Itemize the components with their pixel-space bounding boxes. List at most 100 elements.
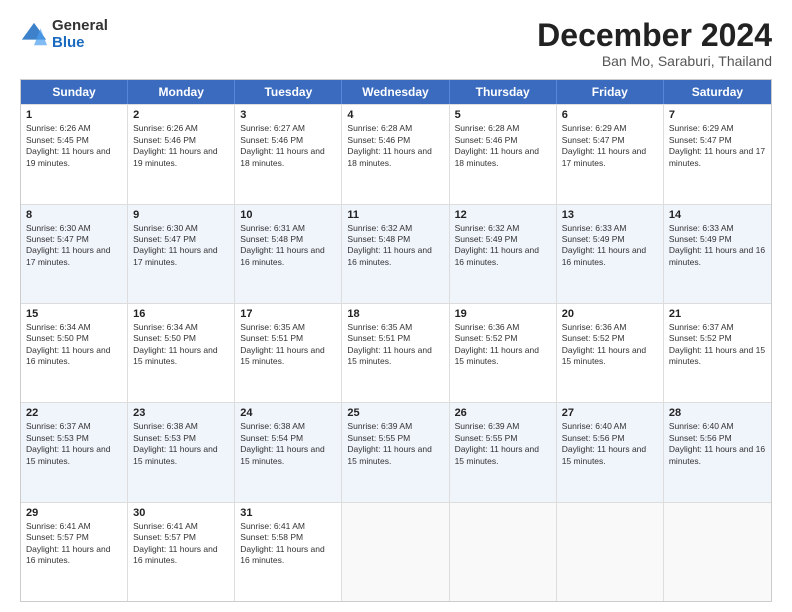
day-number: 8 (26, 209, 122, 221)
cal-cell-4-6: 27 Sunrise: 6:40 AMSunset: 5:56 PMDayligh… (557, 403, 664, 501)
header-thursday: Thursday (450, 80, 557, 104)
cell-info: Sunrise: 6:27 AMSunset: 5:46 PMDaylight:… (240, 123, 324, 167)
cell-info: Sunrise: 6:30 AMSunset: 5:47 PMDaylight:… (26, 223, 110, 267)
cell-info: Sunrise: 6:35 AMSunset: 5:51 PMDaylight:… (347, 322, 431, 366)
cell-info: Sunrise: 6:41 AMSunset: 5:58 PMDaylight:… (240, 521, 324, 565)
day-number: 9 (133, 209, 229, 221)
header-monday: Monday (128, 80, 235, 104)
cell-info: Sunrise: 6:39 AMSunset: 5:55 PMDaylight:… (347, 421, 431, 465)
header-sunday: Sunday (21, 80, 128, 104)
day-number: 30 (133, 507, 229, 519)
cell-info: Sunrise: 6:30 AMSunset: 5:47 PMDaylight:… (133, 223, 217, 267)
day-number: 29 (26, 507, 122, 519)
cal-cell-5-1: 29 Sunrise: 6:41 AMSunset: 5:57 PMDayligh… (21, 503, 128, 601)
day-number: 16 (133, 308, 229, 320)
day-number: 12 (455, 209, 551, 221)
day-number: 21 (669, 308, 766, 320)
day-number: 1 (26, 109, 122, 121)
header-saturday: Saturday (664, 80, 771, 104)
cell-info: Sunrise: 6:41 AMSunset: 5:57 PMDaylight:… (26, 521, 110, 565)
cal-cell-3-6: 20Sunrise: 6:36 AMSunset: 5:52 PMDayligh… (557, 304, 664, 402)
day-number: 5 (455, 109, 551, 121)
day-number: 4 (347, 109, 443, 121)
cal-cell-5-7 (664, 503, 771, 601)
cal-cell-2-4: 11Sunrise: 6:32 AMSunset: 5:48 PMDayligh… (342, 205, 449, 303)
day-number: 25 (347, 407, 443, 419)
cell-info: Sunrise: 6:29 AMSunset: 5:47 PMDaylight:… (562, 123, 646, 167)
calendar-row-5: 29 Sunrise: 6:41 AMSunset: 5:57 PMDayligh… (21, 502, 771, 601)
cell-info: Sunrise: 6:29 AMSunset: 5:47 PMDaylight:… (669, 123, 765, 167)
day-number: 18 (347, 308, 443, 320)
day-number: 28 (669, 407, 766, 419)
month-title: December 2024 (537, 18, 772, 53)
day-number: 19 (455, 308, 551, 320)
calendar-row-1: 1 Sunrise: 6:26 AMSunset: 5:45 PMDaylight… (21, 104, 771, 203)
cal-cell-2-2: 9 Sunrise: 6:30 AMSunset: 5:47 PMDaylight… (128, 205, 235, 303)
cal-cell-4-3: 24 Sunrise: 6:38 AMSunset: 5:54 PMDayligh… (235, 403, 342, 501)
cal-cell-3-3: 17Sunrise: 6:35 AMSunset: 5:51 PMDayligh… (235, 304, 342, 402)
cell-info: Sunrise: 6:32 AMSunset: 5:49 PMDaylight:… (455, 223, 539, 267)
day-number: 23 (133, 407, 229, 419)
header-friday: Friday (557, 80, 664, 104)
calendar-row-2: 8 Sunrise: 6:30 AMSunset: 5:47 PMDaylight… (21, 204, 771, 303)
calendar-row-3: 15 Sunrise: 6:34 AMSunset: 5:50 PMDayligh… (21, 303, 771, 402)
cal-cell-1-2: 2 Sunrise: 6:26 AMSunset: 5:46 PMDaylight… (128, 105, 235, 203)
cal-cell-5-3: 31 Sunrise: 6:41 AMSunset: 5:58 PMDayligh… (235, 503, 342, 601)
calendar-body: 1 Sunrise: 6:26 AMSunset: 5:45 PMDaylight… (21, 104, 771, 601)
day-number: 27 (562, 407, 658, 419)
cal-cell-4-5: 26Sunrise: 6:39 AMSunset: 5:55 PMDayligh… (450, 403, 557, 501)
cell-info: Sunrise: 6:37 AMSunset: 5:53 PMDaylight:… (26, 421, 110, 465)
cal-cell-1-6: 6 Sunrise: 6:29 AMSunset: 5:47 PMDaylight… (557, 105, 664, 203)
cell-info: Sunrise: 6:40 AMSunset: 5:56 PMDaylight:… (562, 421, 646, 465)
logo-text: General Blue (52, 18, 108, 51)
day-number: 2 (133, 109, 229, 121)
day-number: 26 (455, 407, 551, 419)
day-number: 15 (26, 308, 122, 320)
cal-cell-2-3: 10 Sunrise: 6:31 AMSunset: 5:48 PMDayligh… (235, 205, 342, 303)
cell-info: Sunrise: 6:37 AMSunset: 5:52 PMDaylight:… (669, 322, 765, 366)
cal-cell-5-2: 30 Sunrise: 6:41 AMSunset: 5:57 PMDayligh… (128, 503, 235, 601)
cal-cell-2-5: 12 Sunrise: 6:32 AMSunset: 5:49 PMDayligh… (450, 205, 557, 303)
cell-info: Sunrise: 6:28 AMSunset: 5:46 PMDaylight:… (347, 123, 431, 167)
cal-cell-2-7: 14Sunrise: 6:33 AMSunset: 5:49 PMDayligh… (664, 205, 771, 303)
cal-cell-3-7: 21 Sunrise: 6:37 AMSunset: 5:52 PMDayligh… (664, 304, 771, 402)
cell-info: Sunrise: 6:36 AMSunset: 5:52 PMDaylight:… (455, 322, 539, 366)
cell-info: Sunrise: 6:40 AMSunset: 5:56 PMDaylight:… (669, 421, 765, 465)
cal-cell-3-1: 15 Sunrise: 6:34 AMSunset: 5:50 PMDayligh… (21, 304, 128, 402)
day-number: 10 (240, 209, 336, 221)
cell-info: Sunrise: 6:31 AMSunset: 5:48 PMDaylight:… (240, 223, 324, 267)
cal-cell-3-2: 16Sunrise: 6:34 AMSunset: 5:50 PMDayligh… (128, 304, 235, 402)
logo: General Blue (20, 18, 108, 51)
cal-cell-1-1: 1 Sunrise: 6:26 AMSunset: 5:45 PMDaylight… (21, 105, 128, 203)
cal-cell-4-1: 22Sunrise: 6:37 AMSunset: 5:53 PMDayligh… (21, 403, 128, 501)
calendar-row-4: 22Sunrise: 6:37 AMSunset: 5:53 PMDayligh… (21, 402, 771, 501)
header-tuesday: Tuesday (235, 80, 342, 104)
cell-info: Sunrise: 6:38 AMSunset: 5:54 PMDaylight:… (240, 421, 324, 465)
cal-cell-1-4: 4 Sunrise: 6:28 AMSunset: 5:46 PMDaylight… (342, 105, 449, 203)
location: Ban Mo, Saraburi, Thailand (537, 53, 772, 69)
day-number: 31 (240, 507, 336, 519)
cal-cell-1-3: 3 Sunrise: 6:27 AMSunset: 5:46 PMDaylight… (235, 105, 342, 203)
day-number: 11 (347, 209, 443, 221)
day-number: 7 (669, 109, 766, 121)
calendar: Sunday Monday Tuesday Wednesday Thursday… (20, 79, 772, 602)
cal-cell-5-5 (450, 503, 557, 601)
day-number: 20 (562, 308, 658, 320)
page: General Blue December 2024 Ban Mo, Sarab… (0, 0, 792, 612)
cal-cell-4-2: 23 Sunrise: 6:38 AMSunset: 5:53 PMDayligh… (128, 403, 235, 501)
cal-cell-4-7: 28 Sunrise: 6:40 AMSunset: 5:56 PMDayligh… (664, 403, 771, 501)
day-number: 24 (240, 407, 336, 419)
cell-info: Sunrise: 6:35 AMSunset: 5:51 PMDaylight:… (240, 322, 324, 366)
cell-info: Sunrise: 6:41 AMSunset: 5:57 PMDaylight:… (133, 521, 217, 565)
cal-cell-5-4 (342, 503, 449, 601)
cal-cell-4-4: 25 Sunrise: 6:39 AMSunset: 5:55 PMDayligh… (342, 403, 449, 501)
cell-info: Sunrise: 6:34 AMSunset: 5:50 PMDaylight:… (26, 322, 110, 366)
day-number: 6 (562, 109, 658, 121)
cal-cell-5-6 (557, 503, 664, 601)
cell-info: Sunrise: 6:28 AMSunset: 5:46 PMDaylight:… (455, 123, 539, 167)
day-number: 3 (240, 109, 336, 121)
title-block: December 2024 Ban Mo, Saraburi, Thailand (537, 18, 772, 69)
cell-info: Sunrise: 6:26 AMSunset: 5:45 PMDaylight:… (26, 123, 110, 167)
cell-info: Sunrise: 6:38 AMSunset: 5:53 PMDaylight:… (133, 421, 217, 465)
cell-info: Sunrise: 6:26 AMSunset: 5:46 PMDaylight:… (133, 123, 217, 167)
